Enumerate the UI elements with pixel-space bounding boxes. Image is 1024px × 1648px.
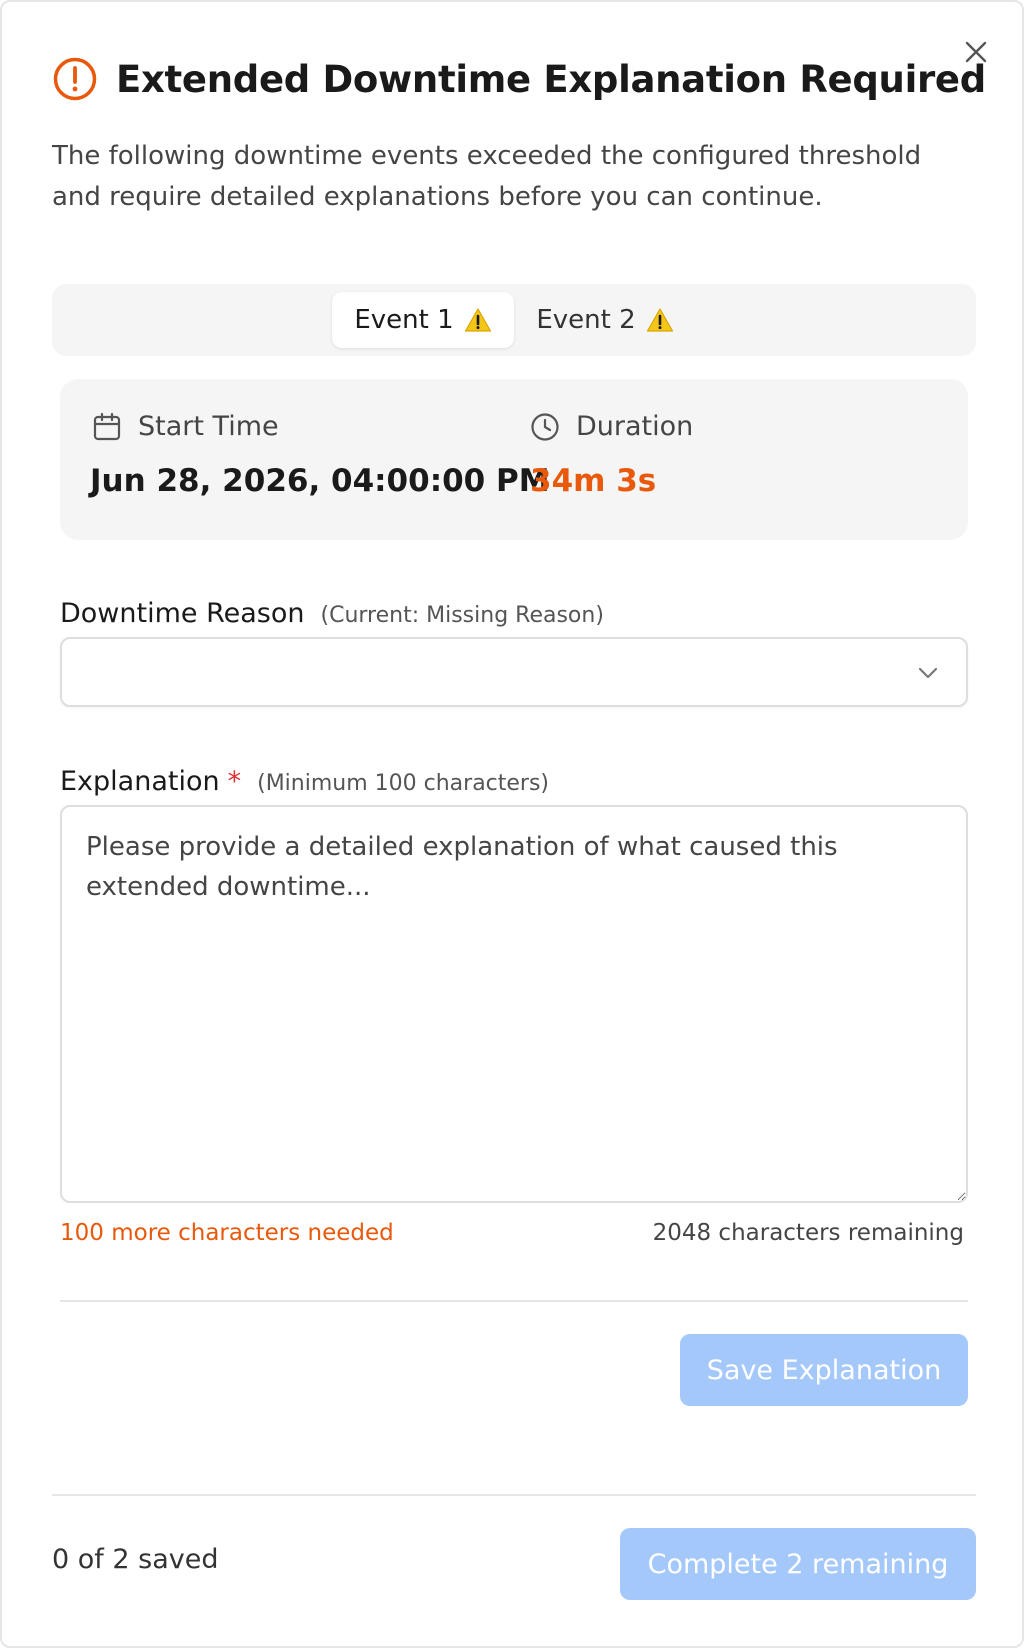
explanation-field-label: Explanation * (Minimum 100 characters) <box>60 766 550 797</box>
tab-event-2[interactable]: Event 2 <box>514 292 696 348</box>
save-explanation-button[interactable]: Save Explanation <box>680 1334 968 1406</box>
clock-icon <box>531 412 559 441</box>
warning-icon <box>646 308 673 332</box>
footer-divider <box>52 1494 976 1496</box>
event-info-card: Start Time Jun 28, 2026, 04:00:00 PM Dur… <box>60 379 968 540</box>
dialog-description: The following downtime events exceeded t… <box>52 141 922 212</box>
downtime-reason-select[interactable] <box>60 637 968 707</box>
duration-label: Duration <box>530 411 693 442</box>
duration-value: 34m 3s <box>530 463 657 499</box>
downtime-explanation-dialog: Extended Downtime Explanation Required T… <box>0 0 1024 1648</box>
calendar-icon <box>93 412 121 440</box>
reason-current-hint: (Current: Missing Reason) <box>320 603 604 628</box>
start-time-label: Start Time <box>92 411 279 442</box>
explanation-min-hint: (Minimum 100 characters) <box>257 771 550 796</box>
complete-remaining-button[interactable]: Complete 2 remaining <box>620 1528 976 1600</box>
tab-event-1[interactable]: Event 1 <box>332 292 514 348</box>
reason-field-label: Downtime Reason (Current: Missing Reason… <box>60 598 604 629</box>
tab-label: Event 1 <box>354 305 454 335</box>
characters-needed-text: 100 more characters needed <box>60 1220 394 1246</box>
event-tabs: Event 1 Event 2 <box>52 284 976 356</box>
chevron-down-icon <box>918 667 938 679</box>
dialog-title: Extended Downtime Explanation Required <box>116 57 986 101</box>
start-time-value: Jun 28, 2026, 04:00:00 PM <box>90 463 550 499</box>
explanation-textarea[interactable] <box>60 805 968 1203</box>
tab-label: Event 2 <box>536 305 636 335</box>
dialog-header: Extended Downtime Explanation Required <box>52 56 986 102</box>
divider <box>60 1300 968 1302</box>
alert-circle-icon <box>53 57 97 101</box>
characters-remaining-text: 2048 characters remaining <box>652 1220 964 1246</box>
saved-status: 0 of 2 saved <box>52 1544 219 1575</box>
required-mark: * <box>227 766 242 797</box>
warning-icon <box>464 308 491 332</box>
